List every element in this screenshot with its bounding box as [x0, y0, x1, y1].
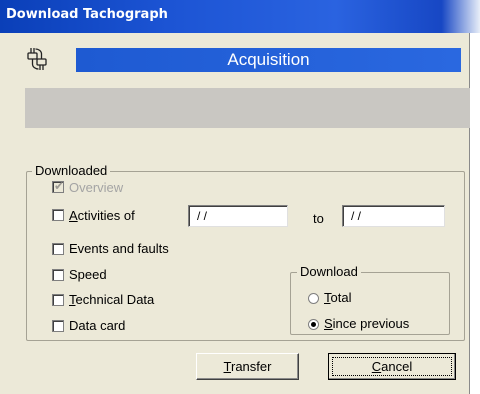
data-card-checkbox[interactable]	[52, 320, 64, 332]
date-to-label: to	[313, 211, 324, 226]
cancel-button-label: Cancel	[372, 359, 412, 374]
technical-data-label: Technical Data	[69, 292, 154, 307]
data-card-label: Data card	[69, 318, 126, 333]
overview-label: Overview	[69, 180, 124, 195]
total-radio[interactable]	[308, 293, 319, 304]
since-previous-radio[interactable]	[308, 319, 319, 330]
activities-label-rest: ctivities of	[77, 208, 135, 223]
header-title: Acquisition	[227, 50, 310, 69]
cancel-label-rest: ancel	[381, 359, 413, 374]
events-faults-checkbox[interactable]	[52, 243, 64, 255]
total-label-rest: otal	[330, 290, 352, 305]
transfer-label-rest: ransfer	[231, 359, 272, 374]
cancel-mnemonic: C	[371, 359, 382, 374]
overview-checkbox[interactable]: ✔	[52, 179, 65, 193]
title-bar[interactable]: Download Tachograph	[0, 0, 480, 33]
speed-checkbox[interactable]	[52, 269, 64, 281]
since-previous-mnemonic: S	[324, 316, 333, 331]
since-previous-label-rest: ince previous	[332, 316, 410, 331]
transfer-mnemonic: T	[223, 359, 231, 374]
radio-selected-dot	[311, 322, 316, 327]
since-previous-label: Since previous	[324, 316, 409, 331]
transfer-button-label: Transfer	[224, 359, 272, 374]
cancel-button[interactable]: Cancel	[328, 353, 456, 380]
window-title: Download Tachograph	[6, 7, 168, 22]
activities-to-date-field[interactable]: / /	[342, 205, 445, 227]
speed-label: Speed	[69, 267, 107, 282]
status-panel	[25, 88, 470, 128]
technical-data-label-rest: echnical Data	[75, 292, 155, 307]
activities-checkbox[interactable]	[52, 209, 64, 221]
transfer-button[interactable]: Transfer	[196, 353, 299, 380]
events-faults-label: Events and faults	[69, 241, 169, 256]
downloaded-group-legend: Downloaded	[32, 163, 111, 178]
to-date-value: / /	[351, 209, 362, 223]
total-label: Total	[324, 290, 351, 305]
from-date-value: / /	[197, 209, 208, 223]
download-tachograph-dialog: Download Tachograph Acquisition Download…	[0, 0, 480, 394]
checkmark-icon: ✔	[54, 179, 65, 193]
activities-label: Activities of	[69, 208, 135, 223]
activities-from-date-field[interactable]: / /	[188, 205, 288, 227]
tachograph-plug-icon	[27, 48, 47, 70]
download-mode-legend: Download	[297, 264, 361, 279]
header-bar: Acquisition	[76, 48, 461, 72]
technical-data-checkbox[interactable]	[52, 294, 64, 306]
activities-mnemonic: A	[69, 208, 78, 223]
